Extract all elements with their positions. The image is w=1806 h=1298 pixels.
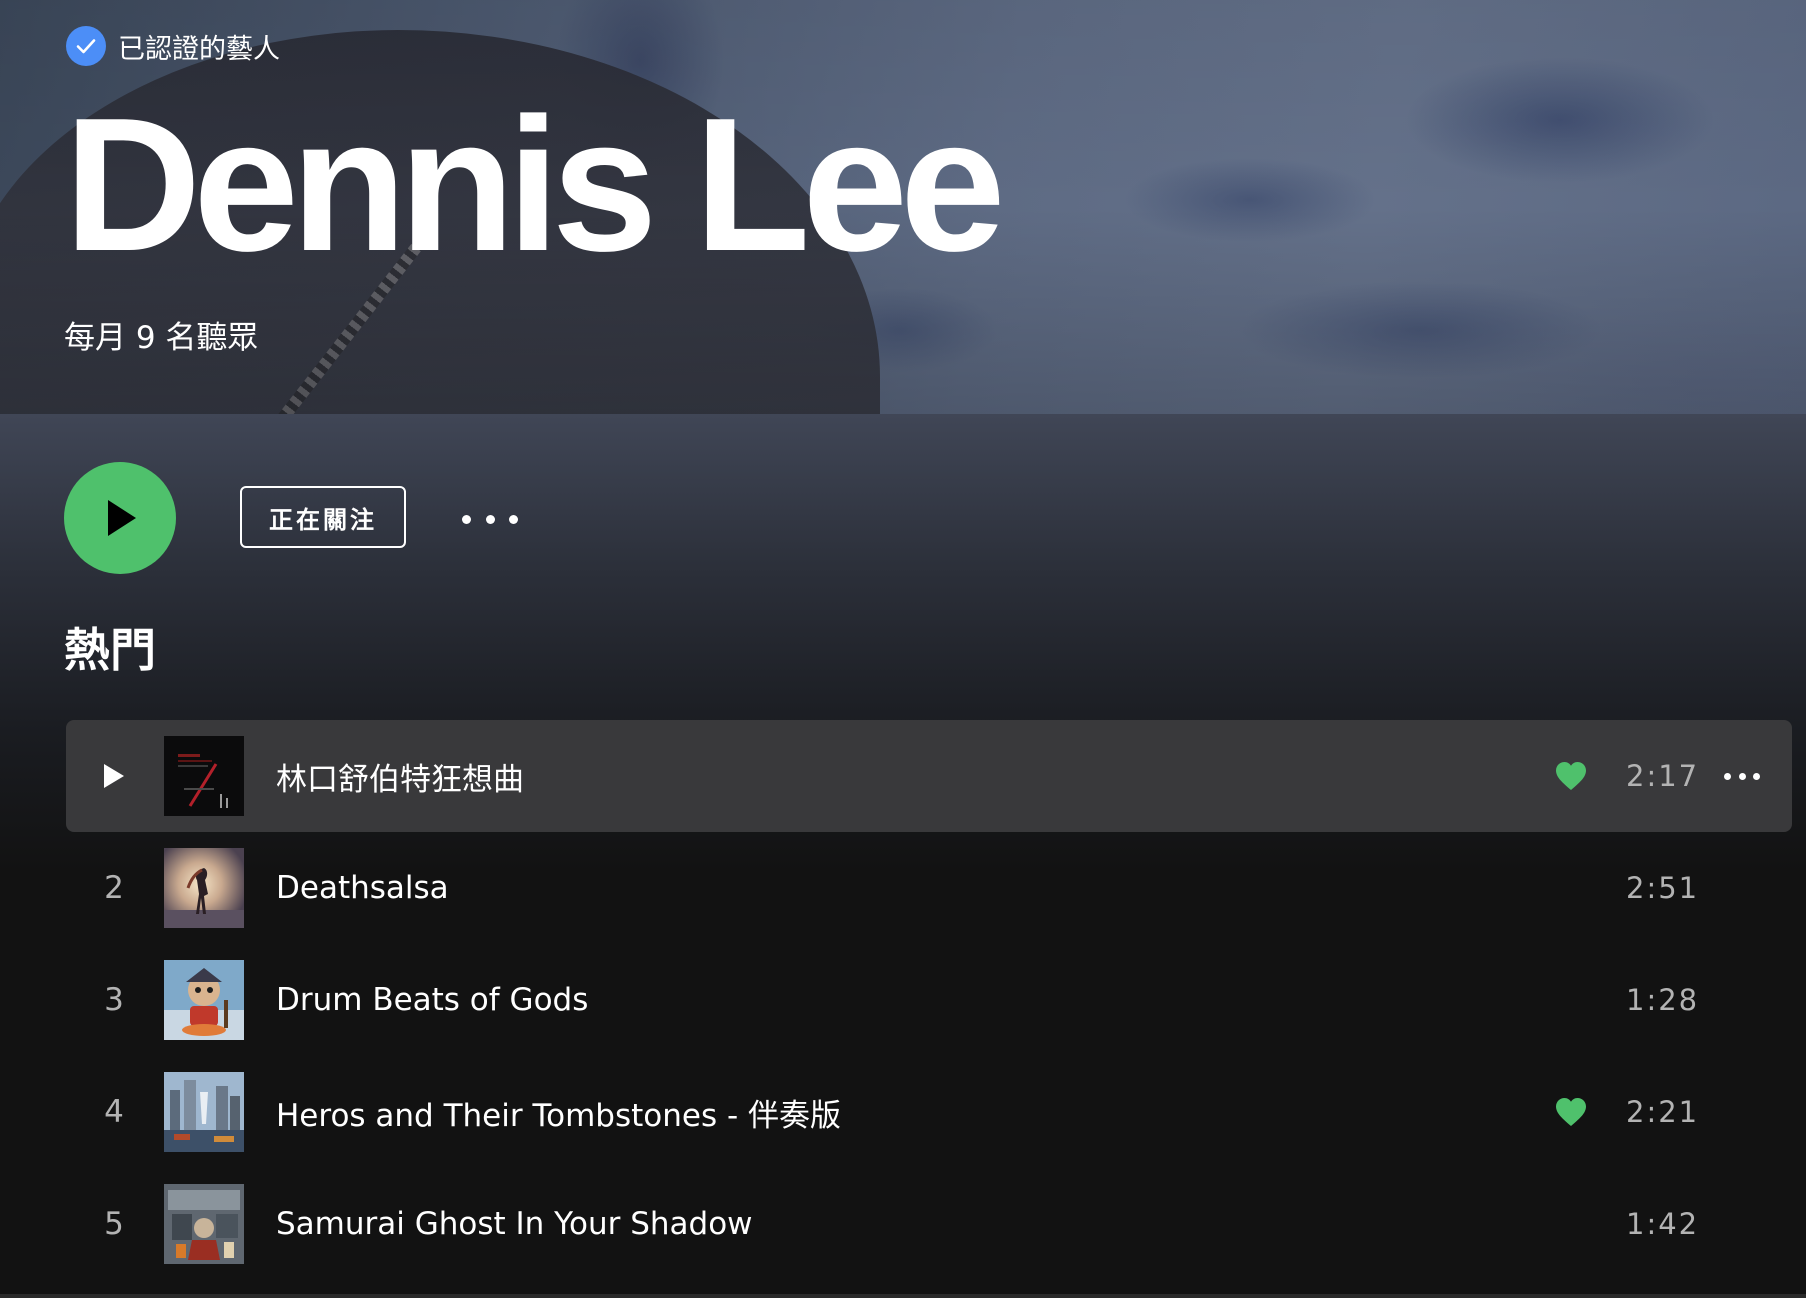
verified-artist-label: 已認證的藝人 — [118, 33, 280, 65]
track-title[interactable]: Heros and Their Tombstones - 伴奏版 — [276, 1056, 841, 1168]
track-duration: 2:51 — [1626, 871, 1700, 905]
track-row[interactable]: 5 Samurai Ghost In Your Shadow 1:42 — [66, 1168, 1792, 1280]
artist-hero-banner: 已認證的藝人 Dennis Lee 每月 9 名聽眾 — [0, 0, 1806, 414]
liked-heart-icon[interactable] — [1554, 1096, 1588, 1128]
track-more-options-button[interactable] — [1724, 766, 1760, 786]
track-number: 5 — [104, 1206, 124, 1242]
monthly-listeners: 每月 9 名聽眾 — [64, 320, 259, 356]
track-number: 2 — [104, 870, 124, 906]
track-duration: 2:21 — [1626, 1095, 1700, 1129]
play-icon — [108, 500, 136, 536]
verified-check-icon — [66, 26, 106, 66]
track-cover-art — [164, 1184, 244, 1264]
track-title[interactable]: Deathsalsa — [276, 832, 449, 944]
follow-button[interactable]: 正在關注 — [240, 486, 406, 548]
track-row[interactable]: 2 Deathsalsa 2:51 — [66, 832, 1792, 944]
popular-section-title: 熱門 — [64, 623, 156, 677]
track-title[interactable]: Samurai Ghost In Your Shadow — [276, 1168, 753, 1280]
track-number: 3 — [104, 982, 124, 1018]
track-play-icon[interactable] — [66, 720, 162, 832]
track-duration: 1:42 — [1626, 1207, 1700, 1241]
track-row[interactable]: 4 Heros and Their Tombstones - 伴奏版 2:21 — [66, 1056, 1792, 1168]
verified-artist-row: 已認證的藝人 — [66, 26, 280, 66]
track-row[interactable]: 林口舒伯特狂想曲 2:17 — [66, 720, 1792, 832]
popular-track-list: 林口舒伯特狂想曲 2:17 2 Deathsalsa 2:51 3 Drum B… — [66, 720, 1792, 1280]
artist-page: 已認證的藝人 Dennis Lee 每月 9 名聽眾 正在關注 熱門 林口舒伯特… — [0, 0, 1806, 1298]
track-cover-art — [164, 736, 244, 816]
track-row[interactable]: 3 Drum Beats of Gods 1:28 — [66, 944, 1792, 1056]
track-cover-art — [164, 848, 244, 928]
track-title[interactable]: Drum Beats of Gods — [276, 944, 588, 1056]
track-cover-art — [164, 960, 244, 1040]
track-number: 4 — [104, 1094, 124, 1130]
track-title[interactable]: 林口舒伯特狂想曲 — [276, 720, 524, 832]
artist-name-title: Dennis Lee — [64, 79, 1006, 291]
bottom-divider — [0, 1294, 1806, 1298]
play-button[interactable] — [64, 462, 176, 574]
track-duration: 1:28 — [1626, 983, 1700, 1017]
track-cover-art — [164, 1072, 244, 1152]
liked-heart-icon[interactable] — [1554, 760, 1588, 792]
more-options-button[interactable] — [462, 504, 518, 534]
